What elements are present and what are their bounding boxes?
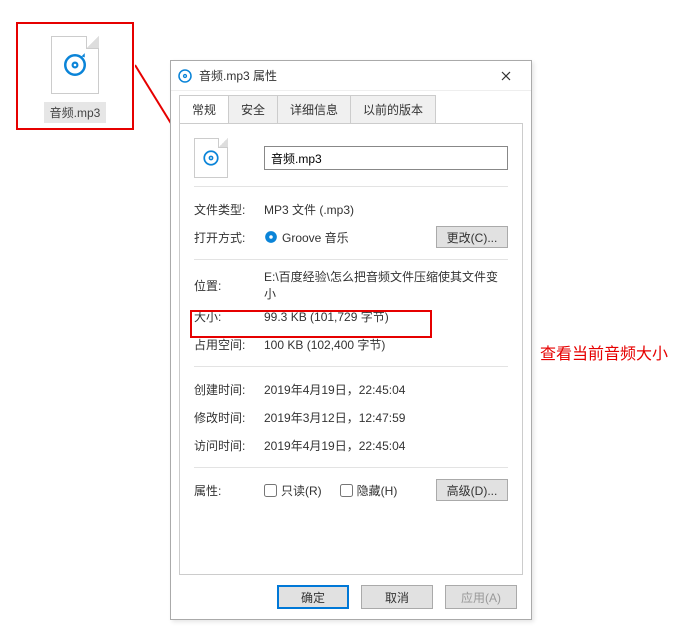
tab-previous-versions[interactable]: 以前的版本 [350, 95, 436, 123]
tab-strip: 常规 安全 详细信息 以前的版本 [171, 91, 531, 123]
openwith-value: Groove 音乐 [264, 229, 436, 246]
accessed-label: 访问时间: [194, 437, 264, 454]
attributes-label: 属性: [194, 482, 264, 499]
size-on-disk-value: 100 KB (102,400 字节) [264, 336, 508, 353]
properties-dialog: 音频.mp3 属性 常规 安全 详细信息 以前的版本 [170, 60, 532, 620]
size-label: 大小: [194, 308, 264, 325]
divider [194, 366, 508, 367]
openwith-label: 打开方式: [194, 229, 264, 246]
advanced-button[interactable]: 高级(D)... [436, 479, 508, 501]
file-thumbnail[interactable]: 音频.mp3 [16, 22, 134, 130]
apply-button[interactable]: 应用(A) [445, 585, 517, 609]
modified-value: 2019年3月12日，12:47:59 [264, 409, 508, 426]
modified-label: 修改时间: [194, 409, 264, 426]
divider [194, 259, 508, 260]
groove-music-icon [264, 230, 278, 244]
file-document-icon [51, 36, 99, 94]
audio-disc-icon [62, 52, 88, 78]
close-button[interactable] [487, 64, 525, 88]
created-value: 2019年4月19日，22:45:04 [264, 381, 508, 398]
filename-input[interactable] [264, 146, 508, 170]
close-icon [501, 71, 511, 81]
tab-page-general: 文件类型: MP3 文件 (.mp3) 打开方式: Groove 音乐 更改(C… [179, 123, 523, 575]
file-document-icon [194, 138, 228, 178]
openwith-app-name: Groove 音乐 [282, 231, 349, 245]
hidden-label: 隐藏(H) [357, 482, 398, 499]
dialog-button-bar: 确定 取消 应用(A) [171, 575, 531, 619]
annotation-text: 查看当前音频大小 [540, 340, 668, 364]
dialog-titlebar: 音频.mp3 属性 [171, 61, 531, 91]
change-app-button[interactable]: 更改(C)... [436, 226, 508, 248]
size-value: 99.3 KB (101,729 字节) [264, 308, 508, 325]
tab-general[interactable]: 常规 [179, 95, 229, 123]
location-value: E:\百度经验\怎么把音频文件压缩使其文件变小 [264, 268, 508, 302]
tab-details[interactable]: 详细信息 [277, 95, 351, 123]
dialog-title: 音频.mp3 属性 [199, 67, 487, 84]
readonly-checkbox-input[interactable] [264, 484, 277, 497]
divider [194, 467, 508, 468]
filetype-value: MP3 文件 (.mp3) [264, 201, 508, 218]
location-label: 位置: [194, 277, 264, 294]
cancel-button[interactable]: 取消 [361, 585, 433, 609]
created-label: 创建时间: [194, 381, 264, 398]
accessed-value: 2019年4月19日，22:45:04 [264, 437, 508, 454]
hidden-checkbox-input[interactable] [340, 484, 353, 497]
file-type-icon-cell [194, 138, 264, 178]
divider [194, 186, 508, 187]
filetype-label: 文件类型: [194, 201, 264, 218]
hidden-checkbox[interactable]: 隐藏(H) [340, 482, 398, 499]
size-on-disk-label: 占用空间: [194, 336, 264, 353]
readonly-checkbox[interactable]: 只读(R) [264, 482, 322, 499]
readonly-label: 只读(R) [281, 482, 322, 499]
audio-disc-icon [177, 68, 193, 84]
tab-security[interactable]: 安全 [228, 95, 278, 123]
ok-button[interactable]: 确定 [277, 585, 349, 609]
audio-disc-icon [202, 149, 220, 167]
file-name-label: 音频.mp3 [44, 102, 107, 123]
